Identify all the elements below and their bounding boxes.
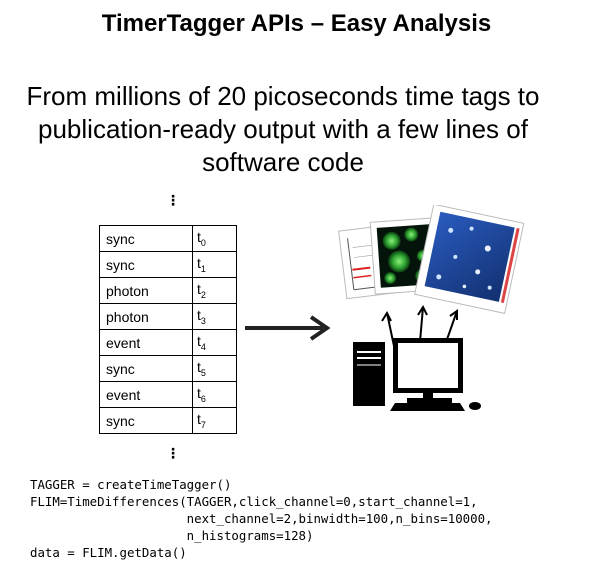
- timestamp-index: 5: [200, 367, 206, 378]
- event-type-cell: event: [99, 329, 193, 356]
- code-line: FLIM=TimeDifferences(TAGGER,click_channe…: [30, 494, 478, 509]
- timestamp-index: 4: [200, 341, 206, 352]
- timestamp-cell: t4: [192, 329, 237, 356]
- timestamp-index: 1: [200, 263, 206, 274]
- table-row: event t4: [99, 329, 237, 356]
- table-row: event t6: [99, 381, 237, 408]
- table-row: sync t1: [99, 251, 237, 278]
- output-graphic: [338, 205, 525, 411]
- timestamp-cell: t6: [192, 381, 237, 408]
- heatmap-icon: [414, 205, 525, 314]
- timestamp-index: 6: [200, 393, 206, 404]
- subtitle: From millions of 20 picoseconds time tag…: [26, 81, 540, 177]
- page-title: TimerTagger APIs – Easy Analysis: [101, 10, 492, 37]
- vertical-ellipsis-top: ⋮: [166, 192, 180, 208]
- table-row: sync t5: [99, 355, 237, 382]
- timestamp-cell: t1: [192, 251, 237, 278]
- computer-icon: [353, 338, 481, 411]
- timestamp-cell: t5: [192, 355, 237, 382]
- event-type-cell: sync: [99, 251, 193, 278]
- table-row: photon t3: [99, 303, 237, 330]
- code-snippet: TAGGER = createTimeTagger() FLIM=TimeDiff…: [30, 476, 493, 561]
- code-line: TAGGER = createTimeTagger(): [30, 477, 232, 492]
- event-type-cell: photon: [99, 303, 193, 330]
- event-type-cell: sync: [99, 225, 193, 252]
- timestamp-cell: t3: [192, 303, 237, 330]
- code-line: n_histograms=128): [30, 528, 314, 543]
- event-type-cell: sync: [99, 355, 193, 382]
- table-row: sync t7: [99, 407, 237, 434]
- arrow-right-icon: [245, 315, 331, 341]
- event-type-cell: sync: [99, 407, 193, 434]
- table-row: sync t0: [99, 225, 237, 252]
- timestamp-index: 0: [200, 237, 206, 248]
- event-type-cell: photon: [99, 277, 193, 304]
- timestamp-index: 2: [200, 289, 206, 300]
- timestamp-cell: t0: [192, 225, 237, 252]
- timestamp-cell: t2: [192, 277, 237, 304]
- time-tag-table: sync t0 sync t1 photon t2 photon t3 event t4 sync t…: [99, 225, 237, 434]
- code-line: data = FLIM.getData(): [30, 545, 187, 560]
- event-type-cell: event: [99, 381, 193, 408]
- timestamp-index: 7: [200, 419, 206, 430]
- table-row: photon t2: [99, 277, 237, 304]
- timestamp-index: 3: [200, 315, 206, 326]
- code-line: next_channel=2,binwidth=100,n_bins=10000…: [30, 511, 493, 526]
- timestamp-cell: t7: [192, 407, 237, 434]
- vertical-ellipsis-bottom: ⋮: [166, 445, 180, 461]
